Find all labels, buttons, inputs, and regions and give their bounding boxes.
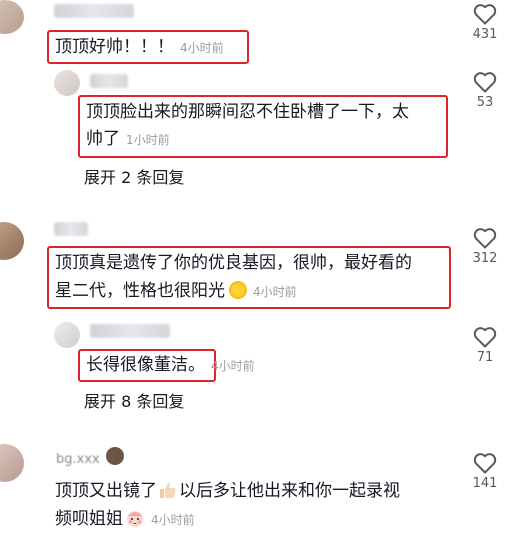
comment-body: 长得很像董洁。: [86, 355, 205, 375]
comment-body-cont: 以后多让他出来和你一起录视: [179, 481, 400, 501]
comment-timestamp: 4小时前: [180, 41, 224, 55]
comment-text-line2: 频呗姐姐 4小时前: [55, 506, 195, 534]
like-count: 312: [472, 251, 498, 266]
comment-text-line2: 帅了 1小时前: [86, 126, 170, 154]
like-count: 431: [472, 27, 498, 42]
comment-text: 长得很像董洁。 4小时前: [86, 352, 255, 380]
comment-body: 星二代，性格也很阳光: [55, 281, 225, 301]
heart-outline-icon: [473, 453, 497, 474]
heart-outline-icon: [473, 228, 497, 249]
like-button[interactable]: 431: [465, 3, 505, 42]
comment-body: 帅了: [86, 129, 120, 149]
comment-text: 顶顶又出镜了 以后多让他出来和你一起录视: [55, 478, 400, 505]
username-blurred[interactable]: [90, 74, 128, 88]
username[interactable]: bg.xxx: [56, 452, 100, 467]
like-button[interactable]: 53: [465, 71, 505, 110]
comment-body: 顶顶好帅！！！: [55, 37, 174, 57]
comment-body: 顶顶脸出来的那瞬间忍不住卧槽了一下，太: [86, 102, 409, 122]
comment-timestamp: 1小时前: [126, 133, 170, 147]
like-count: 53: [476, 95, 494, 110]
like-count: 71: [476, 350, 494, 365]
comment-timestamp: 4小时前: [253, 285, 297, 299]
like-button[interactable]: 312: [465, 227, 505, 266]
heart-outline-icon: [473, 4, 497, 25]
comment-timestamp: 4小时前: [211, 359, 255, 373]
expand-replies-button[interactable]: 展开 8 条回复: [84, 388, 184, 412]
comment-text: 顶顶好帅！！！ 4小时前: [55, 34, 224, 62]
username-blurred[interactable]: [90, 324, 170, 338]
thumbs-up-emoji-icon: [160, 482, 176, 498]
comment-timestamp: 4小时前: [151, 513, 195, 527]
avatar[interactable]: [0, 0, 24, 34]
like-button[interactable]: 141: [465, 452, 505, 491]
avatar[interactable]: [0, 444, 24, 482]
comment-body: 频呗姐姐: [55, 509, 123, 529]
comment-text: 顶顶真是遗传了你的优良基因，很帅，最好看的: [55, 250, 412, 277]
heart-outline-icon: [473, 327, 497, 348]
avatar[interactable]: [0, 222, 24, 260]
heart-outline-icon: [473, 72, 497, 93]
comment-text-line2: 星二代，性格也很阳光 4小时前: [55, 278, 297, 306]
username-blurred[interactable]: [54, 4, 134, 18]
comment-body: 顶顶真是遗传了你的优良基因，很帅，最好看的: [55, 253, 412, 273]
blushing-face-emoji-icon: [127, 511, 143, 527]
comment-text: 顶顶脸出来的那瞬间忍不住卧槽了一下，太: [86, 99, 409, 126]
expand-replies-button[interactable]: 展开 2 条回复: [84, 164, 184, 188]
username-blurred[interactable]: [54, 222, 88, 236]
comment-body: 顶顶又出镜了: [55, 481, 157, 501]
like-count: 141: [472, 476, 498, 491]
like-button[interactable]: 71: [465, 326, 505, 365]
username-badge: [106, 447, 124, 465]
sun-emoji-icon: [229, 281, 247, 299]
avatar[interactable]: [54, 322, 80, 348]
avatar[interactable]: [54, 70, 80, 96]
